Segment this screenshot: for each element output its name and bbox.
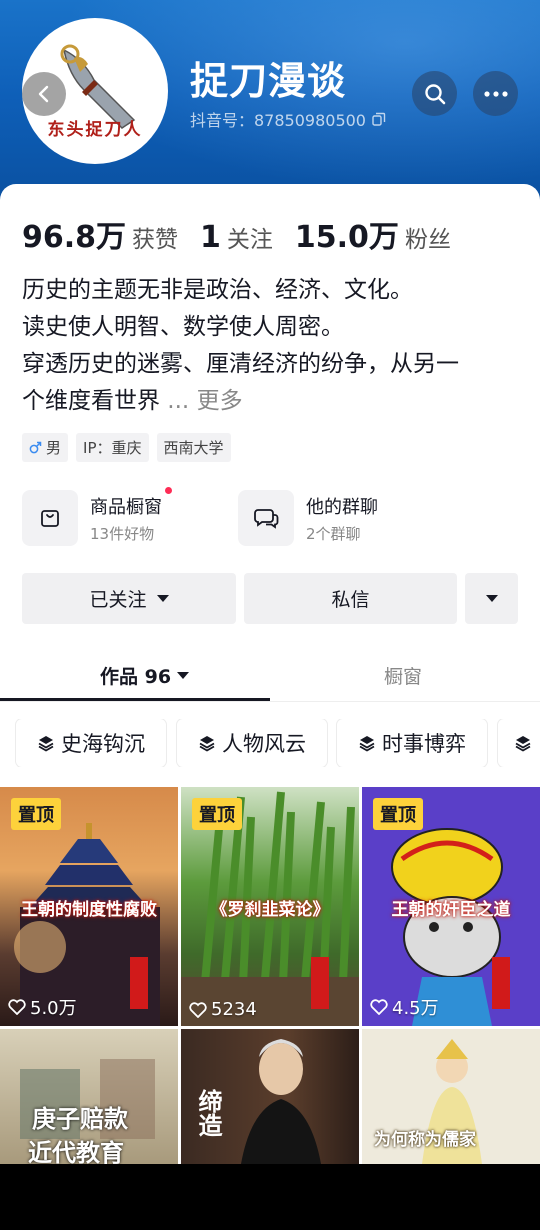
caret-down-icon <box>156 594 169 602</box>
tab-works[interactable]: 作品 96 <box>100 662 190 689</box>
layers-icon <box>199 736 215 752</box>
bio: 历史的主题无非是政治、经济、文化。 读史使人明智、数学使人周密。 穿透历史的迷雾… <box>22 272 522 420</box>
shop-bag-icon <box>22 490 78 546</box>
channel-seal <box>492 957 510 1009</box>
video-title: 《罗刹韭菜论》 <box>210 900 330 920</box>
likes-label: 获赞 <box>132 227 179 253</box>
message-button[interactable]: 私信 <box>244 573 457 624</box>
video-grid: 置顶 王朝的制度性腐败 5.0万 置顶 《罗刹韭菜论》 5234 置顶 王朝的奸… <box>0 787 540 1164</box>
pinned-badge: 置顶 <box>11 798 61 830</box>
search-button[interactable] <box>412 71 457 116</box>
search-icon <box>424 83 445 104</box>
collection-label: 史海钩沉 <box>61 732 145 756</box>
followed-button[interactable]: 已关注 <box>22 573 236 624</box>
video-tile[interactable]: 置顶 《罗刹韭菜论》 5234 <box>181 787 359 1026</box>
bio-more-link[interactable]: 更多 <box>197 388 243 414</box>
video-title: 庚子赔款 <box>32 1104 128 1133</box>
heart-icon <box>370 999 388 1015</box>
profile-name: 捉刀漫谈 <box>190 59 347 103</box>
collections-row: 史海钩沉 人物风云 时事博弈 <box>0 719 540 767</box>
douyin-id-text: 抖音号：87850980500 <box>190 111 366 130</box>
video-tile[interactable]: 缔造 <box>181 1029 359 1164</box>
followers-count[interactable]: 15.0万 <box>295 212 399 256</box>
group-chat-title: 他的群聊 <box>306 496 378 518</box>
notification-dot <box>165 486 172 494</box>
collection-chip[interactable]: 时事博弈 <box>337 719 487 767</box>
channel-seal <box>311 957 329 1009</box>
profile-screen: 东头捉刀人 捉刀漫谈 抖音号：87850980500 96.8万 获赞 1 关注… <box>0 0 540 1230</box>
video-tile[interactable]: 为何称为儒家 <box>362 1029 540 1164</box>
following-count[interactable]: 1 <box>200 220 221 255</box>
copy-icon[interactable] <box>372 112 386 126</box>
layers-icon <box>359 736 375 752</box>
bottom-system-bar <box>0 1164 540 1230</box>
caret-down-icon <box>485 594 498 602</box>
collection-chip[interactable] <box>498 719 540 767</box>
group-chat-icon <box>238 490 294 546</box>
caret-down-icon <box>177 671 190 679</box>
video-tile[interactable]: 置顶 王朝的制度性腐败 5.0万 <box>0 787 178 1026</box>
video-tile[interactable]: 置顶 王朝的奸臣之道 4.5万 <box>362 787 540 1026</box>
shop-window-entry[interactable]: 商品橱窗 13件好物 <box>22 486 172 546</box>
ip-tag: IP：重庆 <box>76 433 149 462</box>
shop-window-title: 商品橱窗 <box>90 486 172 519</box>
video-title: 为何称为儒家 <box>374 1130 476 1150</box>
profile-tags: 男 IP：重庆 西南大学 <box>22 433 231 462</box>
back-button[interactable] <box>22 72 66 116</box>
pinned-badge: 置顶 <box>192 798 242 830</box>
group-chat-subtitle: 2个群聊 <box>306 524 361 543</box>
bio-ellipsis: ... <box>160 388 197 414</box>
layers-icon <box>38 736 54 752</box>
bio-line: 历史的主题无非是政治、经济、文化。 <box>22 277 413 303</box>
like-count-text: 5234 <box>211 999 257 1020</box>
like-count-text: 4.5万 <box>392 998 439 1019</box>
like-count: 4.5万 <box>370 994 439 1020</box>
bio-line: 读史使人明智、数学使人周密。 <box>22 314 344 340</box>
bio-line: 穿透历史的迷雾、厘清经济的纷争，从另一 <box>22 351 459 377</box>
male-icon <box>29 441 42 454</box>
tab-indicator <box>0 698 270 701</box>
video-title: 王朝的制度性腐败 <box>21 900 157 920</box>
video-title: 王朝的奸臣之道 <box>391 900 511 920</box>
gender-text: 男 <box>46 439 62 457</box>
collection-chip[interactable]: 人物风云 <box>177 719 327 767</box>
shop-window-title-text: 商品橱窗 <box>90 496 162 518</box>
followed-label: 已关注 <box>89 589 147 611</box>
following-label[interactable]: 关注 <box>227 220 273 254</box>
school-tag[interactable]: 西南大学 <box>156 433 231 462</box>
like-count-text: 5.0万 <box>30 998 77 1019</box>
likes-count: 96.8万 <box>22 220 127 255</box>
tab-works-label: 作品 96 <box>100 666 172 688</box>
avatar-caption: 东头捉刀人 <box>47 120 143 140</box>
bio-line: 个维度看世界 ... 更多 <box>22 383 522 420</box>
pinned-badge: 置顶 <box>373 798 423 830</box>
video-tile[interactable]: 庚子赔款 近代教育 <box>0 1029 178 1164</box>
like-count: 5234 <box>189 999 257 1020</box>
channel-seal <box>130 957 148 1009</box>
group-chat-entry[interactable]: 他的群聊 2个群聊 <box>238 490 378 546</box>
gender-tag: 男 <box>22 433 69 462</box>
more-button[interactable] <box>473 71 518 116</box>
collection-label: 人物风云 <box>222 732 306 756</box>
stats-row: 96.8万 获赞 1 关注 15.0万 粉丝 <box>22 212 473 256</box>
like-count: 5.0万 <box>8 994 77 1020</box>
collection-chip[interactable]: 史海钩沉 <box>16 719 166 767</box>
collection-label: 时事博弈 <box>382 732 466 756</box>
more-actions-button[interactable] <box>465 573 518 624</box>
followers-label[interactable]: 粉丝 <box>405 220 451 254</box>
content-tabs: 作品 96 橱窗 <box>0 654 540 702</box>
more-dots-icon <box>483 90 508 97</box>
shop-window-subtitle: 13件好物 <box>90 524 155 543</box>
message-label: 私信 <box>331 589 370 611</box>
heart-icon <box>189 1001 207 1018</box>
bio-line-text: 个维度看世界 <box>22 388 160 414</box>
heart-icon <box>8 999 26 1015</box>
layers-icon <box>515 736 531 752</box>
chevron-left-icon <box>38 85 49 103</box>
video-subtitle: 近代教育 <box>28 1138 124 1164</box>
profile-card: 96.8万 获赞 1 关注 15.0万 粉丝 历史的主题无非是政治、经济、文化。… <box>0 184 540 1164</box>
douyin-id[interactable]: 抖音号：87850980500 <box>190 107 386 131</box>
tab-shop-window[interactable]: 橱窗 <box>384 662 422 689</box>
video-title: 缔造 <box>194 1089 223 1137</box>
